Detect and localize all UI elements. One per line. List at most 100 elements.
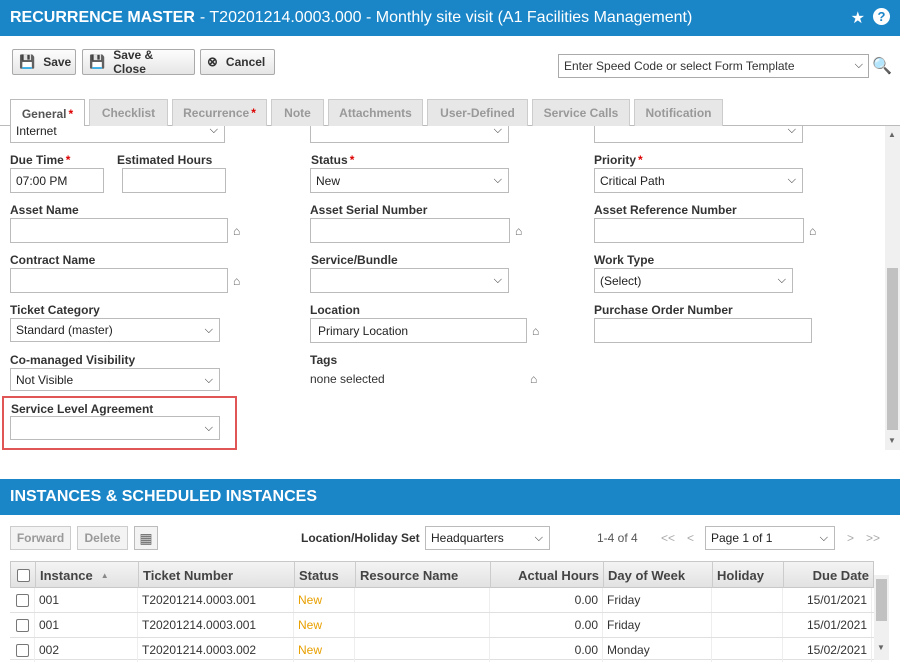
cancel-button[interactable]: ⊗ Cancel bbox=[200, 49, 275, 75]
save-close-button[interactable]: 💾 Save & Close bbox=[82, 48, 195, 76]
tags-value: none selected bbox=[310, 372, 385, 386]
contract-name-input[interactable] bbox=[10, 268, 228, 293]
asset-serial-input[interactable] bbox=[310, 218, 510, 243]
column-chooser-icon[interactable]: ▦ bbox=[134, 526, 158, 550]
next-page-button[interactable]: > bbox=[847, 531, 854, 545]
first-page-button[interactable]: << bbox=[661, 531, 675, 545]
chevron-down-icon: ⌵ bbox=[777, 274, 786, 286]
column-header-resource-name[interactable]: Resource Name bbox=[356, 562, 491, 588]
service-bundle-select[interactable]: ⌵ bbox=[310, 268, 509, 293]
comanaged-select[interactable]: Not Visible ⌵ bbox=[10, 368, 220, 391]
cell-ticket-number[interactable]: T20201214.0003.002 bbox=[138, 638, 294, 662]
scroll-down-icon[interactable]: ▼ bbox=[877, 643, 885, 652]
prev-page-button[interactable]: < bbox=[687, 531, 694, 545]
asset-reference-input[interactable] bbox=[594, 218, 804, 243]
save-icon: 💾 bbox=[19, 54, 36, 69]
top-select-2[interactable]: ⌵ bbox=[310, 126, 509, 143]
sla-select[interactable]: ⌵ bbox=[10, 416, 220, 440]
tab-attachments[interactable]: Attachments bbox=[328, 99, 423, 126]
tab-label: Recurrence bbox=[183, 106, 250, 120]
cell-holiday bbox=[712, 613, 783, 637]
form-scrollbar[interactable]: ▲ ▼ bbox=[885, 126, 900, 450]
tab-user-defined[interactable]: User-Defined bbox=[427, 99, 528, 126]
tab-label: Attachments bbox=[339, 106, 412, 120]
lookup-picker-icon[interactable]: ⌂ bbox=[233, 224, 240, 238]
column-header-instance[interactable]: Instance ▲ bbox=[36, 562, 139, 588]
row-checkbox-cell[interactable] bbox=[10, 588, 35, 612]
location-holiday-select[interactable]: Headquarters ⌵ bbox=[425, 526, 550, 550]
last-page-button[interactable]: >> bbox=[866, 531, 880, 545]
lookup-picker-icon[interactable]: ⌂ bbox=[809, 224, 816, 238]
speed-code-select[interactable]: Enter Speed Code or select Form Template… bbox=[558, 54, 869, 78]
forward-button[interactable]: Forward bbox=[10, 526, 71, 550]
ticket-category-label: Ticket Category bbox=[10, 303, 100, 317]
row-checkbox-cell[interactable] bbox=[10, 638, 35, 662]
top-select-3[interactable]: ⌵ bbox=[594, 126, 803, 143]
tab-checklist[interactable]: Checklist bbox=[89, 99, 168, 126]
row-checkbox[interactable] bbox=[15, 593, 29, 607]
required-marker: * bbox=[68, 106, 74, 121]
delete-button[interactable]: Delete bbox=[77, 526, 128, 550]
column-header-holiday[interactable]: Holiday bbox=[713, 562, 784, 588]
scroll-up-icon[interactable]: ▲ bbox=[888, 130, 896, 139]
priority-select[interactable]: Critical Path ⌵ bbox=[594, 168, 803, 193]
tab-recurrence[interactable]: Recurrence * bbox=[172, 99, 267, 126]
top-select-1[interactable]: Internet ⌵ bbox=[10, 126, 225, 143]
scroll-down-icon[interactable]: ▼ bbox=[888, 436, 896, 445]
scrollbar-thumb[interactable] bbox=[876, 579, 887, 621]
table-row[interactable]: 001 T20201214.0003.001 New 0.00 Friday 1… bbox=[10, 588, 874, 613]
work-type-select[interactable]: (Select) ⌵ bbox=[594, 268, 793, 293]
purchase-order-input[interactable] bbox=[594, 318, 812, 343]
star-icon[interactable]: ★ bbox=[851, 8, 865, 28]
checkbox[interactable] bbox=[16, 568, 30, 582]
grid-scrollbar[interactable]: ▼ bbox=[874, 575, 889, 660]
cell-ticket-number[interactable]: T20201214.0003.001 bbox=[138, 588, 294, 612]
lookup-picker-icon[interactable]: ⌂ bbox=[532, 324, 539, 338]
save-button[interactable]: 💾 Save bbox=[12, 49, 76, 75]
label-text: Priority bbox=[594, 153, 637, 167]
row-checkbox[interactable] bbox=[15, 643, 29, 657]
column-header-ticket-number[interactable]: Ticket Number bbox=[139, 562, 295, 588]
tab-general[interactable]: General * bbox=[10, 99, 85, 127]
tab-notification[interactable]: Notification bbox=[634, 99, 723, 126]
priority-label: Priority * bbox=[594, 153, 643, 167]
tags-picker-icon[interactable]: ⌂ bbox=[530, 372, 537, 386]
estimated-hours-label: Estimated Hours bbox=[117, 153, 213, 167]
search-icon[interactable]: 🔍 bbox=[872, 56, 892, 76]
table-row[interactable]: 002 T20201214.0003.002 New 0.00 Monday 1… bbox=[10, 638, 874, 662]
lookup-picker-icon[interactable]: ⌂ bbox=[515, 224, 522, 238]
estimated-hours-input[interactable] bbox=[122, 168, 226, 193]
save-icon: 💾 bbox=[89, 54, 106, 69]
status-select[interactable]: New ⌵ bbox=[310, 168, 509, 193]
select-value: Critical Path bbox=[600, 173, 665, 188]
cell-ticket-number[interactable]: T20201214.0003.001 bbox=[138, 613, 294, 637]
select-all-checkbox[interactable] bbox=[11, 562, 36, 588]
column-header-actual-hours[interactable]: Actual Hours bbox=[491, 562, 604, 588]
tab-label: General bbox=[21, 106, 67, 121]
tab-note[interactable]: Note bbox=[271, 99, 324, 126]
help-icon[interactable]: ? bbox=[873, 8, 890, 25]
location-input[interactable]: Primary Location bbox=[310, 318, 527, 343]
row-checkbox[interactable] bbox=[15, 618, 29, 632]
cell-resource-name bbox=[355, 613, 490, 637]
tags-label: Tags bbox=[310, 353, 338, 367]
scrollbar-thumb[interactable] bbox=[887, 268, 898, 430]
column-header-due-date[interactable]: Due Date bbox=[784, 562, 873, 588]
general-form: Internet ⌵ ⌵ ⌵ Due Time * 07:00 PM Estimat… bbox=[0, 126, 885, 450]
cell-status: New bbox=[294, 638, 355, 662]
column-header-day-of-week[interactable]: Day of Week bbox=[604, 562, 713, 588]
row-checkbox-cell[interactable] bbox=[10, 613, 35, 637]
cell-status: New bbox=[294, 588, 355, 612]
tab-service-calls[interactable]: Service Calls bbox=[532, 99, 630, 126]
table-row[interactable]: 001 T20201214.0003.001 New 0.00 Friday 1… bbox=[10, 613, 874, 638]
page-select[interactable]: Page 1 of 1 ⌵ bbox=[705, 526, 835, 550]
ticket-category-select[interactable]: Standard (master) ⌵ bbox=[10, 318, 220, 342]
record-count: 1-4 of 4 bbox=[597, 531, 638, 545]
column-header-status[interactable]: Status bbox=[295, 562, 356, 588]
sla-label: Service Level Agreement bbox=[11, 402, 154, 416]
due-time-label: Due Time * bbox=[10, 153, 70, 167]
due-time-input[interactable]: 07:00 PM bbox=[10, 168, 104, 193]
location-label: Location bbox=[310, 303, 360, 317]
lookup-picker-icon[interactable]: ⌂ bbox=[233, 274, 240, 288]
asset-name-input[interactable] bbox=[10, 218, 228, 243]
